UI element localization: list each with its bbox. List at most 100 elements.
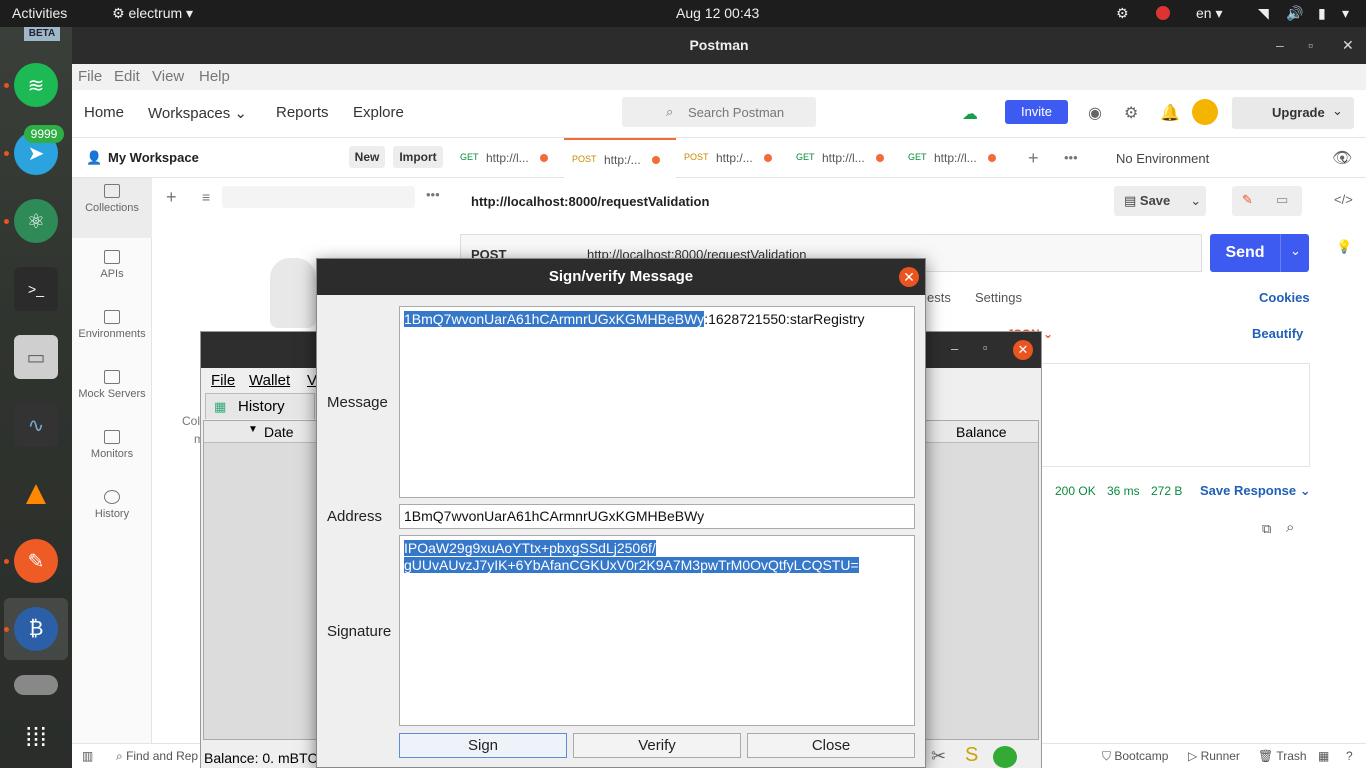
electrum-icon[interactable]: ₿ <box>14 607 58 651</box>
tab-request-2[interactable]: POST http:/... <box>564 138 676 178</box>
avatar[interactable] <box>1192 99 1218 125</box>
settings-tray-icon[interactable]: ⚙ <box>1116 5 1129 22</box>
help-icon[interactable]: ? <box>1346 749 1353 763</box>
postman-icon[interactable]: ✎ <box>14 539 58 583</box>
address-input[interactable]: 1BmQ7wvonUarA61hCArmnrUGxKGMHBeBWy <box>399 504 915 529</box>
signature-input[interactable]: IPOaW29g9xuAoYTtx+pbxgSSdLj2506f/gUUvAUv… <box>399 535 915 726</box>
send-options-button[interactable]: ⌄ <box>1280 234 1309 272</box>
tab-request-4[interactable]: GET http://l... <box>788 138 900 178</box>
trash-button[interactable]: 🗑 Trash <box>1258 749 1307 763</box>
chevron-down-icon[interactable]: ⌄ <box>1332 103 1343 119</box>
message-input[interactable]: 1BmQ7wvonUarA61hCArmnrUGxKGMHBeBWy:16287… <box>399 306 915 498</box>
maximize-icon[interactable]: ▫ <box>1308 27 1313 64</box>
col-balance[interactable]: Balance <box>956 424 1007 440</box>
seed-icon[interactable]: S <box>965 744 978 767</box>
sidebar-item-mock-servers[interactable]: Mock Servers <box>72 364 152 420</box>
menu-edit[interactable]: Edit <box>114 68 140 85</box>
lightbulb-icon[interactable]: 💡 <box>1336 239 1352 255</box>
import-button[interactable]: Import <box>393 146 443 168</box>
sign-button[interactable]: Sign <box>399 733 567 758</box>
tab-request-3[interactable]: POST http:/... <box>676 138 788 178</box>
filter-icon[interactable]: ≡ <box>202 189 210 205</box>
view-mode-toggle[interactable]: ✎ ▭ <box>1232 186 1302 216</box>
nav-workspaces[interactable]: Workspaces ⌄ <box>148 104 247 122</box>
tab-history[interactable]: ▦ History <box>205 393 315 419</box>
menu-view[interactable]: View <box>152 68 184 85</box>
add-collection-icon[interactable]: + <box>166 187 177 208</box>
collection-search-input[interactable] <box>222 186 415 208</box>
minimize-icon[interactable]: – <box>1276 27 1284 64</box>
sort-icon[interactable]: ▼ <box>248 424 258 435</box>
power-menu-icon[interactable]: ▾ <box>1342 5 1349 22</box>
nav-home[interactable]: Home <box>84 104 124 121</box>
vlc-icon[interactable]: ▲ <box>14 471 58 515</box>
battery-icon[interactable]: ▮ <box>1318 5 1326 22</box>
sidebar-item-apis[interactable]: APIs <box>72 244 152 300</box>
tab-request-5[interactable]: GET http://l... <box>900 138 1012 178</box>
invite-button[interactable]: Invite <box>1005 100 1068 124</box>
notifications-icon[interactable]: 🔔 <box>1160 103 1180 123</box>
atom-icon[interactable]: ⚛ <box>14 199 58 243</box>
tab-request-1[interactable]: GET http://l... <box>452 138 564 178</box>
send-button[interactable]: Send <box>1210 234 1280 272</box>
satellite-icon[interactable]: ◉ <box>1088 103 1102 123</box>
cookies-link[interactable]: Cookies <box>1259 290 1310 305</box>
tab-options-icon[interactable]: ••• <box>1064 150 1078 165</box>
search-icon[interactable]: ⌕ <box>1286 519 1294 536</box>
eye-icon[interactable]: 👁 <box>1332 148 1352 168</box>
save-response-button[interactable]: Save Response ⌄ <box>1200 483 1311 499</box>
menu-help[interactable]: Help <box>199 68 230 85</box>
app-menu[interactable]: ⚙ electrum ▾ <box>112 5 193 22</box>
environment-select[interactable]: No Environment ⌄ <box>1116 151 1350 167</box>
verify-button[interactable]: Verify <box>573 733 741 758</box>
more-options-icon[interactable]: ••• <box>426 187 440 202</box>
nav-reports[interactable]: Reports <box>276 104 329 121</box>
terminal-icon[interactable]: >_ <box>14 267 58 311</box>
minimize-icon[interactable]: – <box>951 341 958 356</box>
disk-icon[interactable] <box>14 675 58 695</box>
activities-button[interactable]: Activities <box>12 5 67 21</box>
upgrade-button[interactable]: Upgrade ⌄ <box>1232 97 1354 129</box>
beautify-link[interactable]: Beautify <box>1252 326 1303 341</box>
network-status-icon[interactable] <box>993 746 1017 768</box>
clock[interactable]: Aug 12 00:43 <box>676 5 759 21</box>
tab-tests[interactable]: ests <box>927 290 951 305</box>
show-apps-icon[interactable]: ⁞⁞⁞ <box>14 715 58 759</box>
request-body-editor[interactable] <box>1040 363 1310 467</box>
sidebar-item-collections[interactable]: Collections <box>72 178 152 238</box>
settings-icon[interactable]: ⚙ <box>1124 103 1138 123</box>
bootcamp-button[interactable]: ⛉ Bootcamp <box>1102 749 1168 764</box>
comment-icon[interactable]: ▭ <box>1276 192 1288 208</box>
runner-button[interactable]: ▷ Runner <box>1188 749 1240 763</box>
menu-wallet[interactable]: Wallet <box>249 372 290 389</box>
sync-cloud-icon[interactable]: ☁ <box>962 104 978 124</box>
close-icon[interactable]: ✕ <box>899 267 919 287</box>
code-icon[interactable]: </> <box>1334 192 1353 207</box>
language-indicator[interactable]: en ▾ <box>1196 5 1223 22</box>
close-icon[interactable]: ✕ <box>1013 340 1033 360</box>
sidebar-item-history[interactable]: History <box>72 484 152 540</box>
save-button[interactable]: ▤ Save ⌄ <box>1114 186 1206 216</box>
sidebar-item-environments[interactable]: Environments <box>72 304 152 360</box>
close-button[interactable]: Close <box>747 733 915 758</box>
new-tab-icon[interactable]: + <box>1028 148 1039 169</box>
workspace-name[interactable]: My Workspace <box>108 150 199 165</box>
tools-icon[interactable]: ✂ <box>931 746 946 767</box>
volume-icon[interactable]: 🔊 <box>1286 5 1303 22</box>
sidebar-toggle-icon[interactable]: ▥ <box>82 749 93 763</box>
system-monitor-icon[interactable]: ∿ <box>14 403 58 447</box>
new-button[interactable]: New <box>349 146 385 168</box>
tab-settings[interactable]: Settings <box>975 290 1022 305</box>
close-icon[interactable]: ✕ <box>1342 27 1354 64</box>
wifi-icon[interactable]: ◥ <box>1258 5 1269 22</box>
spotify-icon[interactable]: ≋ <box>14 63 58 107</box>
nav-explore[interactable]: Explore <box>353 104 404 121</box>
sidebar-item-monitors[interactable]: Monitors <box>72 424 152 480</box>
menu-file[interactable]: File <box>211 372 235 389</box>
menu-file[interactable]: File <box>78 68 102 85</box>
files-icon[interactable]: ▭ <box>14 335 58 379</box>
copy-icon[interactable]: ⧉ <box>1262 521 1271 537</box>
layout-icon[interactable]: ▦ <box>1318 749 1329 763</box>
edit-icon[interactable]: ✎ <box>1242 192 1253 208</box>
notification-tray-icon[interactable] <box>1156 6 1170 20</box>
